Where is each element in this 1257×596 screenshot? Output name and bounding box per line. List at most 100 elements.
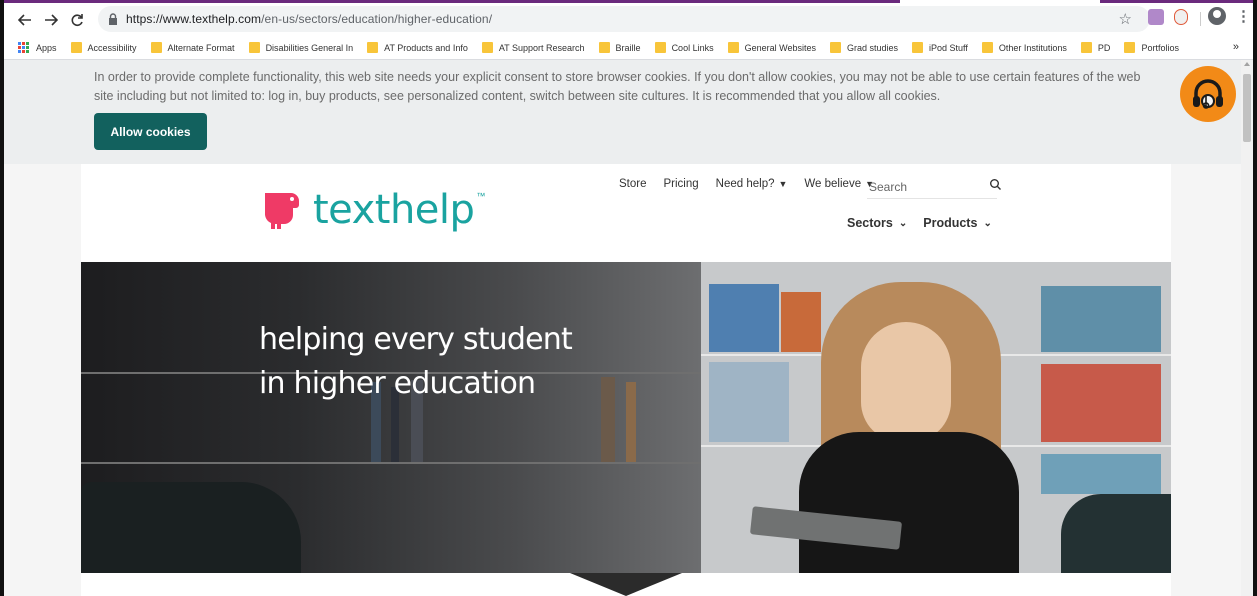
bookmark-label: Grad studies [846,42,898,53]
texthelp-bird-logo-icon [264,193,299,229]
chevron-down-icon: ⌄ [983,217,992,229]
scroll-up-arrow-icon[interactable] [1244,62,1250,66]
logo-trademark: ™ [476,191,486,201]
reload-icon [71,13,83,26]
page-scrollbar[interactable] [1241,60,1253,596]
folder-icon [727,42,739,53]
extension-icon[interactable] [1148,9,1164,25]
nav-store-link[interactable]: Store [619,178,647,190]
chevron-down-icon: ▼ [778,179,788,189]
bookmark-folder[interactable]: Alternate Format [150,42,235,53]
folder-icon [598,42,610,53]
folder-icon [150,42,162,53]
book-spine [626,382,636,462]
nav-products-dropdown[interactable]: Products ⌄ [923,216,992,230]
bookmark-label: General Websites [744,42,816,53]
cookie-banner: In order to provide complete functionali… [4,60,1241,164]
folder-icon [912,42,923,53]
nav-we-believe-dropdown[interactable]: We believe ▼ [804,178,874,190]
bookmark-folder[interactable]: Disabilities General In [248,42,354,53]
nav-label: Need help? [715,178,775,190]
scrollbar-thumb[interactable] [1243,74,1251,142]
bookmark-star-icon[interactable]: ☆ [1119,10,1132,28]
bookmark-folder[interactable]: Portfolios [1124,42,1179,53]
bookmark-folder[interactable]: Braille [598,42,641,53]
nav-label: Sectors [847,216,893,230]
armchair [81,482,301,573]
bookmark-folder[interactable]: PD [1080,42,1111,53]
hero-title: helping every student in higher educatio… [259,318,573,406]
bookmark-label: AT Products and Info [384,42,468,53]
active-tab-edge [900,0,1100,3]
book-stack [1041,364,1161,442]
cookie-message: In order to provide complete functionali… [94,70,1141,103]
book-stack [1041,454,1161,494]
nav-sectors-dropdown[interactable]: Sectors ⌄ [847,216,907,230]
nav-label: Store [619,178,647,190]
texthelp-logo[interactable]: texthelp ™ [259,184,485,236]
hero-title-line-2: in higher education [259,366,536,401]
book-spine [601,377,615,462]
extension-icon-2[interactable] [1174,9,1188,25]
nav-label: Pricing [663,178,699,190]
window-right-border [1253,0,1257,596]
bookmark-folder[interactable]: Grad studies [829,42,898,53]
bookmark-folder[interactable]: General Websites [727,42,816,53]
chevron-down-icon: ⌄ [898,217,908,229]
allow-cookies-button[interactable]: Allow cookies [94,113,207,150]
bookmark-folder[interactable]: AT Products and Info [367,42,468,53]
book-stack [709,284,779,352]
student-face [861,322,951,442]
nav-need-help-dropdown[interactable]: Need help? ▼ [716,178,788,190]
bookmark-label: Disabilities General In [265,42,354,53]
folder-icon [1124,42,1136,53]
bookmark-apps[interactable]: Apps [18,41,57,54]
url-base: https://www.texthelp.com [126,12,262,26]
bookmark-label: Braille [615,42,641,53]
main-navigation: Sectors ⌄ Products ⌄ [847,216,1008,230]
bookmark-folder[interactable]: Cool Links [654,42,714,53]
armchair [1061,494,1171,573]
bookmark-label: Other Institutions [998,42,1067,53]
hero-banner: helping every student in higher educatio… [81,262,1171,573]
nav-pricing-link[interactable]: Pricing [664,178,699,190]
headphones-icon [1193,79,1223,109]
bookmark-label: AT Support Research [498,42,585,53]
book-stack [709,362,789,442]
bookmark-label: Alternate Format [167,42,235,53]
reload-button[interactable] [66,9,88,31]
folder-icon [248,42,260,53]
arrow-left-icon [18,13,31,26]
forward-button[interactable] [40,9,62,31]
back-button[interactable] [14,9,36,31]
bookmark-folder[interactable]: iPod Stuff [912,42,968,53]
profile-avatar-icon[interactable] [1208,7,1226,25]
search-icon[interactable] [989,178,1003,192]
bookmark-label: Cool Links [671,42,714,53]
bookmark-folder[interactable]: Other Institutions [981,42,1067,53]
window-left-border [0,0,4,596]
site-container: texthelp ™ Store Pricing Need help? ▼ We … [81,164,1171,596]
menu-kebab-icon[interactable]: ⋮ [1236,7,1251,25]
url-path: /en-us/sectors/education/higher-educatio… [261,12,493,26]
search-input[interactable] [867,176,981,198]
bookmark-folder[interactable]: Accessibility [70,42,137,53]
folder-icon [70,42,82,53]
bookmark-label: PD [1097,42,1111,53]
site-search [867,176,1001,199]
folder-icon [481,42,493,53]
bookmark-label: Apps [36,42,57,53]
folder-icon [654,42,666,53]
bookmark-label: iPod Stuff [929,42,968,53]
url-text: https://www.texthelp.com/en-us/sectors/e… [126,12,492,26]
nav-label: Products [923,216,978,230]
more-bookmarks-button[interactable]: » [1233,41,1239,53]
logo-wordmark: texthelp [313,187,475,233]
toolbar-divider [1200,12,1201,26]
address-bar[interactable]: https://www.texthelp.com/en-us/sectors/e… [98,6,1150,32]
hero-title-line-1: helping every student [259,322,573,357]
bookmark-label: Portfolios [1141,42,1179,53]
bookmark-folder[interactable]: AT Support Research [481,42,585,53]
browsealoud-button[interactable] [1180,66,1236,122]
page-viewport: In order to provide complete functionali… [4,60,1241,596]
